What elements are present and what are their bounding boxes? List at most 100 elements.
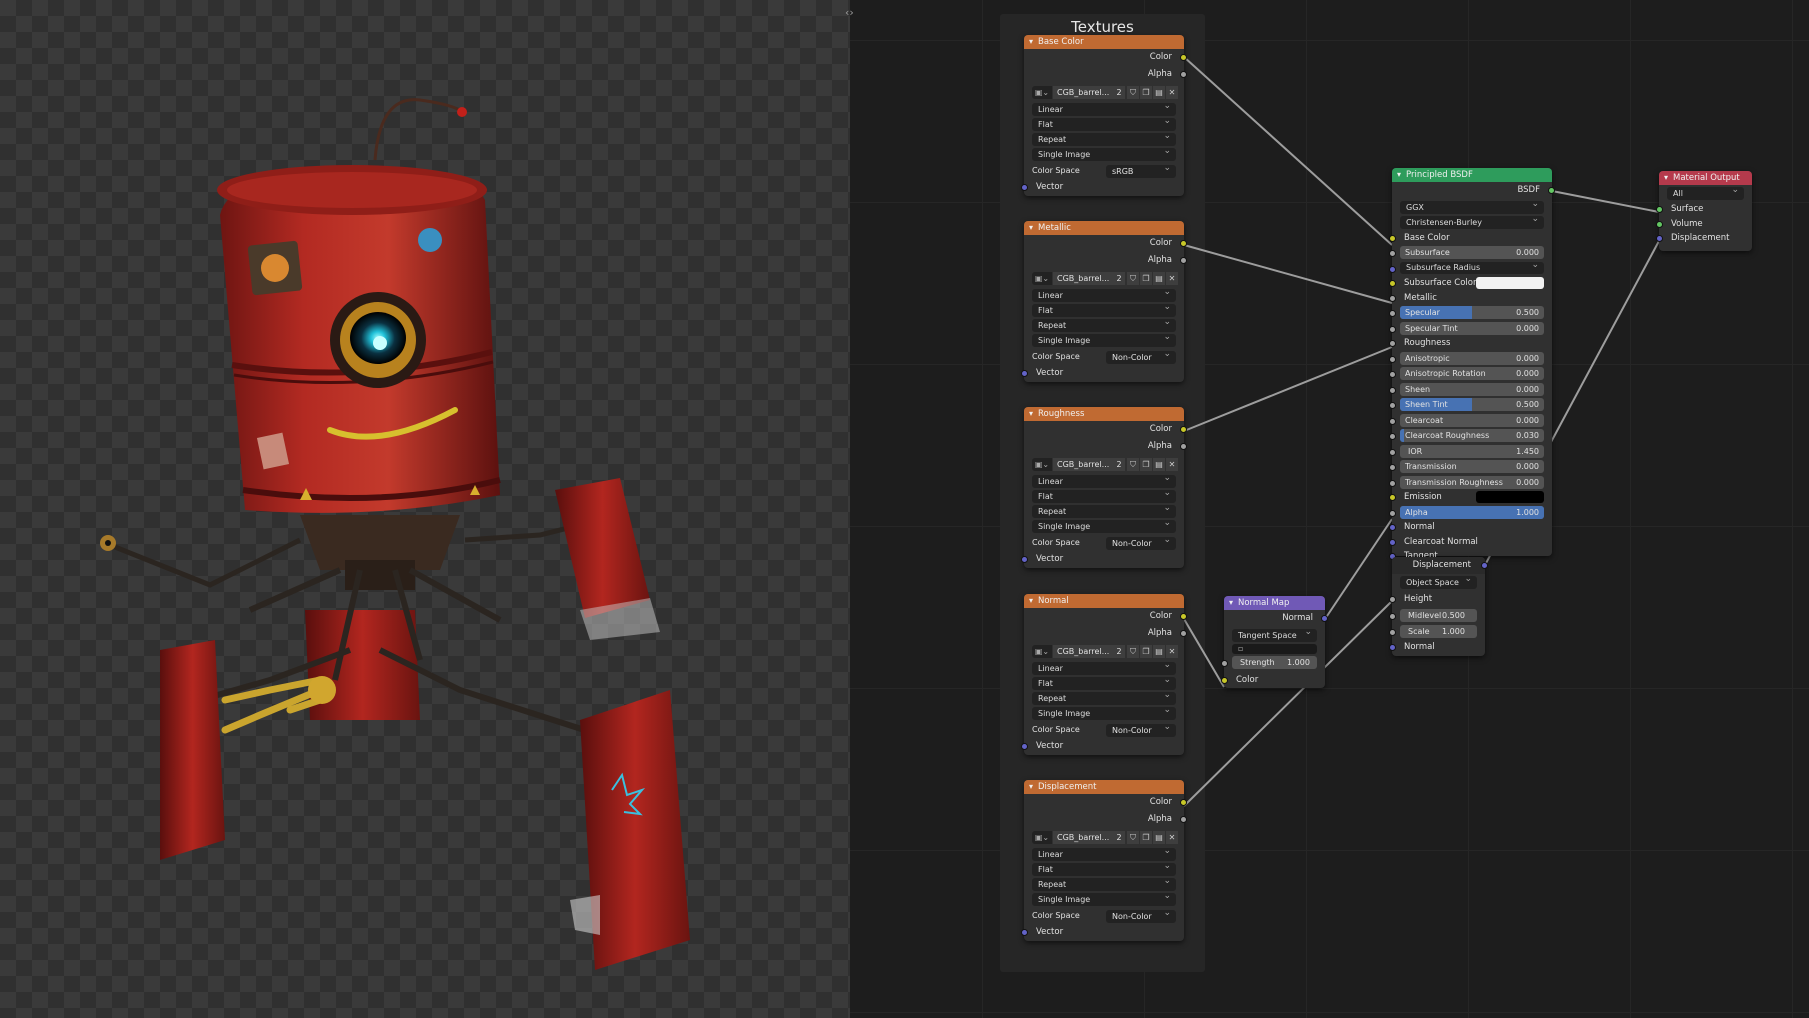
shader-node-editor[interactable]: Textures Base Color Color Alpha ▣⌄ CGB_b… [850,0,1809,1018]
texture-node-header[interactable]: Base Color [1024,35,1184,49]
texture-node-header[interactable]: Metallic [1024,221,1184,235]
extension-dropdown[interactable]: Repeat [1032,875,1176,891]
color-output-socket[interactable] [1180,240,1187,247]
material-output-node[interactable]: Material Output All Surface Volume Displ… [1656,171,1752,251]
subsurface-socket[interactable] [1389,250,1396,257]
normal-map-node[interactable]: Normal Map Normal Tangent Space ▫ Streng… [1221,596,1328,688]
alpha-slider[interactable]: Alpha 1.000 [1400,505,1544,519]
image-users-count[interactable]: 2 [1113,645,1125,658]
midlevel-socket[interactable] [1389,613,1396,620]
interpolation-dropdown[interactable]: Linear [1032,100,1176,116]
open-folder-icon[interactable]: ▤ [1153,645,1165,658]
roughness-socket[interactable] [1389,340,1396,347]
image-texture-node-base[interactable]: Base Color Color Alpha ▣⌄ CGB_barrel... … [1021,35,1187,196]
unlink-close-icon[interactable]: ✕ [1166,831,1178,844]
color-output-socket[interactable] [1180,426,1187,433]
clearcoat-roughness-slider[interactable]: Clearcoat Roughness 0.030 [1400,429,1544,442]
normal-map-strength-slider[interactable]: Strength 1.000 [1232,655,1317,669]
ior-field[interactable]: IOR 1.450 [1400,444,1544,458]
duplicate-icon[interactable]: ❐ [1140,272,1152,285]
fake-user-shield-icon[interactable]: ⛉ [1127,86,1139,99]
normal-output-socket[interactable] [1321,615,1328,622]
alpha-output-socket[interactable] [1180,70,1187,78]
sheen-tint-socket[interactable] [1389,402,1396,409]
vector-input-socket[interactable] [1021,370,1028,377]
displacement-output-socket[interactable] [1481,562,1488,569]
displacement-normal-socket[interactable] [1389,644,1396,651]
bsdf-header[interactable]: Principled BSDF [1392,168,1552,182]
projection-dropdown[interactable]: Flat [1032,487,1176,503]
image-name-field[interactable]: CGB_barrel... [1053,458,1113,471]
color-space-dropdown[interactable]: Non-Color [1106,721,1176,737]
image-name-field[interactable]: CGB_barrel... [1053,86,1113,99]
image-name-field[interactable]: CGB_barrel... [1053,272,1113,285]
anisotropic-slider[interactable]: Anisotropic 0.000 [1400,351,1544,365]
texture-node-header[interactable]: Displacement [1024,780,1184,794]
anisotropic-rotation-slider[interactable]: Anisotropic Rotation 0.000 [1400,367,1544,380]
specular-slider[interactable]: Specular 0.500 [1400,306,1544,319]
strength-socket[interactable] [1221,659,1228,667]
3d-viewport[interactable] [0,0,850,1018]
vector-input-socket[interactable] [1021,556,1028,563]
normal-map-space-dropdown[interactable]: Tangent Space [1232,626,1317,642]
emission-socket[interactable] [1389,494,1396,501]
image-browse-icon[interactable]: ▣⌄ [1032,86,1052,99]
subsurface-slider[interactable]: Subsurface 0.000 [1400,246,1544,259]
vector-input-socket[interactable] [1021,743,1028,750]
image-texture-node-disp[interactable]: Displacement Color Alpha ▣⌄ CGB_barrel..… [1021,780,1187,941]
image-texture-node-metallic[interactable]: Metallic Color Alpha ▣⌄ CGB_barrel... 2 … [1021,221,1187,382]
source-dropdown[interactable]: Single Image [1032,704,1176,720]
open-folder-icon[interactable]: ▤ [1153,86,1165,99]
specular-socket[interactable] [1389,310,1396,317]
image-name-field[interactable]: CGB_barrel... [1053,645,1113,658]
alpha-output-socket[interactable] [1180,256,1187,264]
source-dropdown[interactable]: Single Image [1032,145,1176,161]
normal-map-uv-field[interactable]: ▫ [1232,643,1317,654]
duplicate-icon[interactable]: ❐ [1140,458,1152,471]
base-color-socket[interactable] [1389,234,1396,242]
transmission-slider[interactable]: Transmission 0.000 [1400,460,1544,473]
clearcoat-slider[interactable]: Clearcoat 0.000 [1400,413,1544,427]
interpolation-dropdown[interactable]: Linear [1032,286,1176,302]
alpha-output-socket[interactable] [1180,442,1187,450]
clearcoat-roughness-socket[interactable] [1389,433,1396,440]
alpha-output-socket[interactable] [1180,629,1187,637]
area-split-arrows-icon[interactable]: ‹› [845,6,865,20]
source-dropdown[interactable]: Single Image [1032,890,1176,906]
volume-socket[interactable] [1656,220,1663,228]
image-browse-icon[interactable]: ▣⌄ [1032,645,1052,658]
displacement-space-dropdown[interactable]: Object Space [1400,573,1477,589]
duplicate-icon[interactable]: ❐ [1140,645,1152,658]
extension-dropdown[interactable]: Repeat [1032,502,1176,518]
subsurface-color-socket[interactable] [1389,280,1396,287]
height-socket[interactable] [1389,595,1396,603]
sheen-socket[interactable] [1389,386,1396,394]
extension-dropdown[interactable]: Repeat [1032,316,1176,332]
displacement-header[interactable]: Displacement [1392,557,1488,574]
image-texture-node-normal[interactable]: Normal Color Alpha ▣⌄ CGB_barrel... 2 ⛉ … [1021,594,1187,755]
clearcoat-socket[interactable] [1389,417,1396,425]
surface-socket[interactable] [1656,206,1663,213]
anisotropic-socket[interactable] [1389,355,1396,363]
image-name-field[interactable]: CGB_barrel... [1053,831,1113,844]
distribution-dropdown[interactable]: GGX [1400,198,1544,214]
extension-dropdown[interactable]: Repeat [1032,689,1176,705]
open-folder-icon[interactable]: ▤ [1153,272,1165,285]
displacement-input-socket[interactable] [1656,235,1663,242]
metallic-socket[interactable] [1389,294,1396,302]
source-dropdown[interactable]: Single Image [1032,517,1176,533]
vector-input-socket[interactable] [1021,184,1028,191]
specular-tint-socket[interactable] [1389,325,1396,333]
image-browse-icon[interactable]: ▣⌄ [1032,831,1052,844]
duplicate-icon[interactable]: ❐ [1140,831,1152,844]
bsdf-output-socket[interactable] [1548,187,1555,194]
image-browse-icon[interactable]: ▣⌄ [1032,458,1052,471]
transmission-roughness-socket[interactable] [1389,479,1396,487]
image-texture-node-rough[interactable]: Roughness Color Alpha ▣⌄ CGB_barrel... 2… [1021,407,1187,568]
duplicate-icon[interactable]: ❐ [1140,86,1152,99]
midlevel-field[interactable]: Midlevel 0.500 [1400,609,1477,622]
color-space-dropdown[interactable]: Non-Color [1106,907,1176,923]
sheen-slider[interactable]: Sheen 0.000 [1400,382,1544,396]
principled-bsdf-node[interactable]: Principled BSDF BSDF GGX Christensen-Bur… [1389,168,1555,561]
projection-dropdown[interactable]: Flat [1032,674,1176,690]
